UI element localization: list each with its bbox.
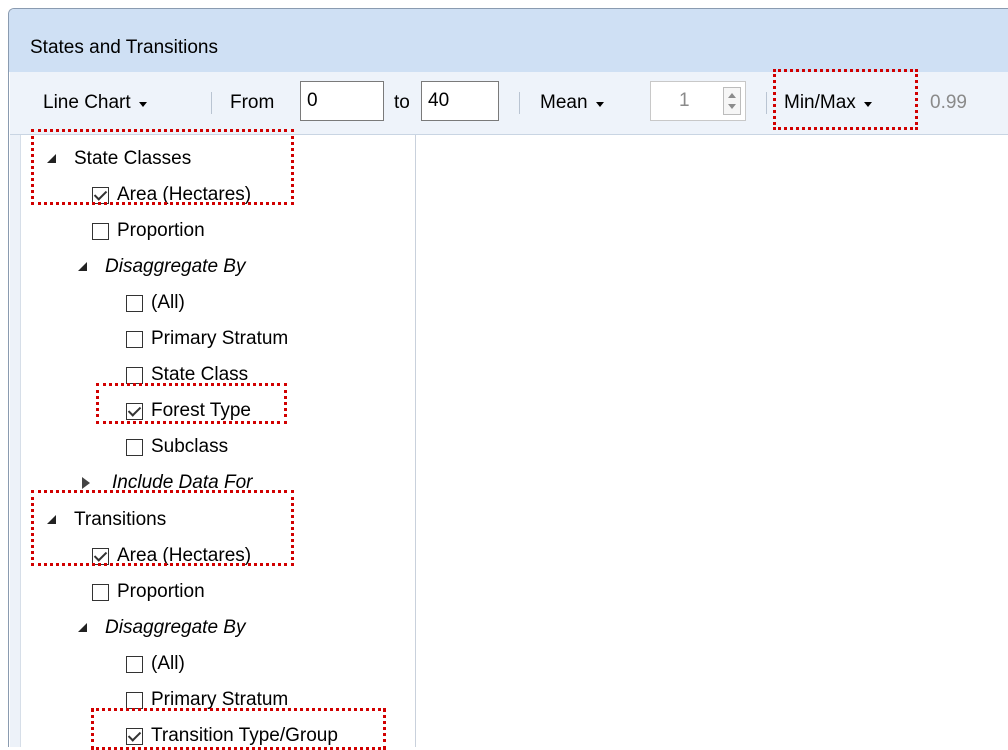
highlight-state-classes-area — [31, 129, 294, 205]
spin-down-icon — [728, 104, 736, 109]
collapse-arrow-icon[interactable] — [82, 477, 90, 489]
chart-type-label: Line Chart — [43, 92, 131, 113]
chevron-down-icon — [138, 101, 147, 107]
checkbox-label: Proportion — [117, 220, 205, 241]
sc-option-primary-stratum[interactable]: Primary Stratum — [126, 321, 288, 357]
checkbox-label: (All) — [151, 292, 185, 313]
highlight-forest-type — [96, 383, 287, 424]
from-input[interactable]: 0 — [300, 81, 384, 121]
checkbox-icon[interactable] — [126, 691, 143, 709]
expand-arrow-icon[interactable] — [78, 261, 87, 271]
tree-node-tr-disaggregate[interactable]: Disaggregate By — [78, 610, 245, 646]
checkbox-icon[interactable] — [126, 655, 143, 673]
sc-option-subclass[interactable]: Subclass — [126, 429, 228, 465]
checkbox-icon[interactable] — [92, 222, 109, 240]
checkbox-label: Primary Stratum — [151, 328, 289, 349]
tr-proportion-checkbox[interactable]: Proportion — [92, 574, 205, 610]
chart-area — [416, 135, 1008, 747]
stat-value: 1 — [679, 90, 690, 111]
toolbar-separator — [519, 92, 520, 114]
from-label: From — [230, 92, 275, 113]
toolbar-separator — [766, 92, 767, 114]
to-label: to — [394, 92, 410, 113]
spin-up-icon — [728, 93, 736, 98]
tr-option-all[interactable]: (All) — [126, 646, 185, 682]
chevron-down-icon — [595, 101, 604, 107]
chart-type-dropdown[interactable]: Line Chart — [43, 72, 147, 134]
highlight-transitions-area — [31, 490, 294, 566]
tree-gutter — [10, 135, 21, 747]
toolbar-separator — [211, 92, 212, 114]
to-input[interactable]: 40 — [421, 81, 499, 121]
title-bar: States and Transitions — [9, 9, 1008, 72]
range-value: 0.99 — [930, 92, 967, 113]
checkbox-icon[interactable] — [126, 330, 143, 348]
statistic-label: Mean — [540, 92, 588, 113]
stat-value-spinner[interactable]: 1 — [650, 81, 746, 121]
statistic-dropdown[interactable]: Mean — [540, 72, 604, 134]
checkbox-icon[interactable] — [126, 438, 143, 456]
checkbox-label: Proportion — [117, 581, 205, 602]
tree-node-label: Disaggregate By — [105, 256, 246, 277]
expand-arrow-icon[interactable] — [78, 622, 87, 632]
tree-node-sc-disaggregate[interactable]: Disaggregate By — [78, 249, 245, 285]
window-title: States and Transitions — [30, 37, 218, 58]
sc-proportion-checkbox[interactable]: Proportion — [92, 213, 205, 249]
sc-option-all[interactable]: (All) — [126, 285, 185, 321]
spinner-buttons[interactable] — [723, 87, 741, 115]
highlight-transition-type-group — [91, 708, 386, 750]
checkbox-icon[interactable] — [92, 583, 109, 601]
options-tree: State Classes Area (Hectares) Proportion… — [10, 135, 416, 747]
checkbox-label: Subclass — [151, 436, 229, 457]
checkbox-icon[interactable] — [126, 366, 143, 384]
tree-node-label: Disaggregate By — [105, 617, 246, 638]
highlight-min-max — [773, 69, 918, 130]
checkbox-icon[interactable] — [126, 294, 143, 312]
checkbox-label: (All) — [151, 653, 185, 674]
